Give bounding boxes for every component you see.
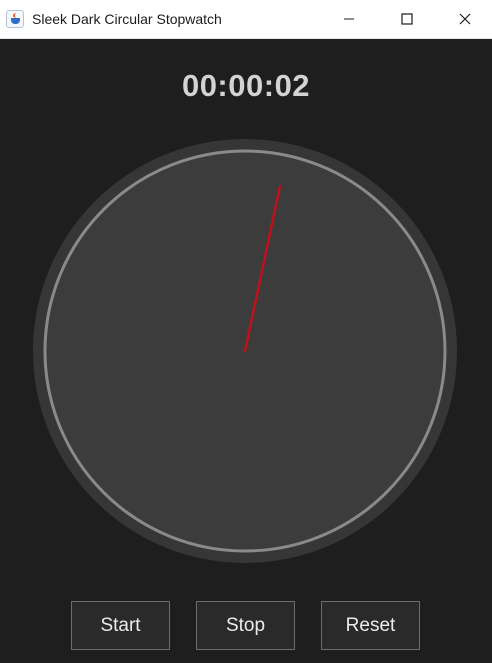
reset-button[interactable]: Reset (321, 601, 420, 650)
stopwatch-window: Sleek Dark Circular Stopwatch 00:00:02 S… (0, 0, 492, 663)
close-button[interactable] (436, 0, 492, 38)
minimize-icon (344, 18, 354, 20)
stop-button[interactable]: Stop (196, 601, 295, 650)
stopwatch-dial (33, 139, 457, 563)
java-cup-icon (6, 10, 24, 28)
maximize-button[interactable] (378, 0, 436, 38)
time-display: 00:00:02 (181, 68, 311, 103)
close-icon (459, 13, 471, 25)
window-title: Sleek Dark Circular Stopwatch (32, 11, 222, 27)
title-bar[interactable]: Sleek Dark Circular Stopwatch (0, 0, 492, 39)
start-button[interactable]: Start (71, 601, 170, 650)
maximize-icon (401, 13, 413, 25)
minimize-button[interactable] (320, 0, 378, 38)
